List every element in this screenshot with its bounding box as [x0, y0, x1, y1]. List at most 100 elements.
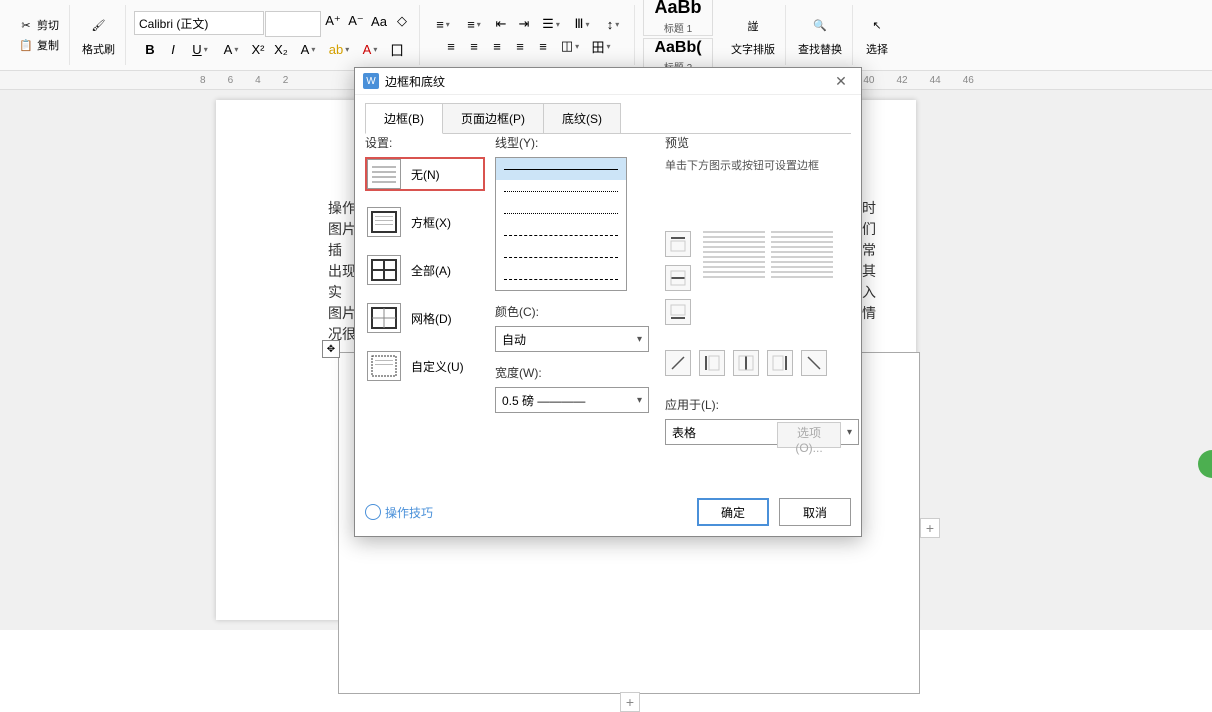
- increase-font-button[interactable]: A⁺: [322, 11, 344, 31]
- text-layout-group: 諩文字排版: [721, 5, 786, 65]
- align-distribute-button[interactable]: Ⅲ: [567, 14, 597, 34]
- dialog-footer: 操作技巧 确定 取消: [365, 498, 851, 526]
- align-left-button[interactable]: ≡: [440, 36, 462, 56]
- border-hmiddle-button[interactable]: [665, 265, 691, 291]
- border-vmiddle-button[interactable]: [733, 350, 759, 376]
- border-right-button[interactable]: [767, 350, 793, 376]
- line-dotted2[interactable]: [496, 202, 626, 224]
- setting-all[interactable]: 全部(A): [365, 253, 485, 287]
- add-column-button[interactable]: +: [920, 518, 940, 538]
- copy-label: 复制: [37, 37, 59, 53]
- numbering-button[interactable]: ≡: [459, 14, 489, 34]
- bold-button[interactable]: B: [139, 39, 161, 59]
- tab-borders[interactable]: 边框(B): [365, 103, 443, 134]
- table-move-handle[interactable]: ✥: [322, 340, 340, 358]
- align-justify-button[interactable]: ≡: [509, 36, 531, 56]
- align-right-button[interactable]: ≡: [486, 36, 508, 56]
- font-size-select[interactable]: [265, 11, 321, 37]
- line-solid[interactable]: [496, 158, 626, 180]
- superscript-button[interactable]: X²: [247, 39, 269, 59]
- text-layout-button[interactable]: 諩文字排版: [727, 12, 779, 59]
- dialog-tabs: 边框(B) 页面边框(P) 底纹(S): [355, 95, 861, 134]
- font-name-select[interactable]: [134, 11, 264, 35]
- select-button[interactable]: ↖ 选择: [861, 12, 893, 59]
- preview-area: [665, 181, 845, 346]
- find-group: 🔍 查找替换: [788, 5, 853, 65]
- align-center-button[interactable]: ≡: [463, 36, 485, 56]
- distributed-button[interactable]: ≡: [532, 36, 554, 56]
- settings-label: 设置:: [365, 134, 485, 151]
- text-direction-button[interactable]: ☰: [536, 14, 566, 34]
- character-border-button[interactable]: 囗: [386, 39, 408, 59]
- close-button[interactable]: ✕: [829, 69, 853, 93]
- ok-button[interactable]: 确定: [697, 498, 769, 526]
- copy-button[interactable]: 📋复制: [14, 35, 63, 55]
- ribbon: ✂剪切 📋复制 🖌格式刷 A⁺ A⁻ Aa ◇ B I U A X² X₂ A …: [0, 0, 1212, 71]
- setting-box[interactable]: 方框(X): [365, 205, 485, 239]
- border-top-button[interactable]: [665, 231, 691, 257]
- cancel-button[interactable]: 取消: [779, 498, 851, 526]
- setting-custom[interactable]: 自定义(U): [365, 349, 485, 383]
- options-button: 选项(O)...: [777, 422, 841, 448]
- change-case-button[interactable]: Aa: [368, 11, 390, 31]
- custom-icon: [367, 351, 401, 381]
- add-row-button[interactable]: +: [620, 692, 640, 712]
- bullets-button[interactable]: ≡: [428, 14, 458, 34]
- find-replace-button[interactable]: 🔍 查找替换: [794, 12, 846, 59]
- line-dotted[interactable]: [496, 180, 626, 202]
- paragraph-group: ≡ ≡ ⇤ ⇥ ☰ Ⅲ ↕ ≡ ≡ ≡ ≡ ≡ ◫ 田: [422, 5, 635, 65]
- line-dashed2[interactable]: [496, 246, 626, 268]
- strikethrough-button[interactable]: A: [216, 39, 246, 59]
- setting-grid[interactable]: 网格(D): [365, 301, 485, 335]
- setting-custom-label: 自定义(U): [411, 358, 464, 375]
- width-select[interactable]: 0.5 磅 ————: [495, 387, 649, 413]
- border-diag1-button[interactable]: [665, 350, 691, 376]
- cut-label: 剪切: [37, 17, 59, 33]
- cursor-icon: ↖: [865, 14, 889, 38]
- line-spacing-button[interactable]: ↕: [598, 14, 628, 34]
- borders-shading-dialog: W 边框和底纹 ✕ 边框(B) 页面边框(P) 底纹(S) 设置: 无(N) 方…: [354, 67, 862, 537]
- cut-button[interactable]: ✂剪切: [14, 15, 63, 35]
- border-diag2-button[interactable]: [801, 350, 827, 376]
- preview-table: [703, 231, 833, 311]
- shading-button[interactable]: ◫: [555, 36, 585, 56]
- format-painter-button[interactable]: 🖌格式刷: [78, 12, 119, 59]
- highlight-button[interactable]: ab: [324, 39, 354, 59]
- dialog-title: 边框和底纹: [385, 73, 829, 90]
- line-dashdot[interactable]: [496, 268, 626, 290]
- line-dashed[interactable]: [496, 224, 626, 246]
- subscript-button[interactable]: X₂: [270, 39, 292, 59]
- style-heading1[interactable]: AaBb标题 1: [643, 0, 713, 36]
- tab-shading[interactable]: 底纹(S): [543, 103, 621, 134]
- copy-icon: 📋: [18, 37, 34, 53]
- decrease-font-button[interactable]: A⁻: [345, 11, 367, 31]
- preview-hint: 单击下方图示或按钮可设置边框: [665, 157, 850, 173]
- borders-button[interactable]: 田: [586, 36, 616, 56]
- clear-format-button[interactable]: ◇: [391, 11, 413, 31]
- text-layout-label: 文字排版: [731, 41, 775, 57]
- underline-button[interactable]: U: [185, 39, 215, 59]
- increase-indent-button[interactable]: ⇥: [513, 14, 535, 34]
- box-icon: [367, 207, 401, 237]
- help-link[interactable]: 操作技巧: [365, 504, 433, 521]
- search-icon: 🔍: [808, 14, 832, 38]
- color-select[interactable]: 自动: [495, 326, 649, 352]
- border-left-button[interactable]: [699, 350, 725, 376]
- line-column: 线型(Y): 颜色(C): 自动 宽度(W): 0.5 磅 ————: [495, 134, 645, 413]
- font-group: A⁺ A⁻ Aa ◇ B I U A X² X₂ A ab A 囗: [128, 5, 420, 65]
- setting-none[interactable]: 无(N): [365, 157, 485, 191]
- tab-page-border[interactable]: 页面边框(P): [442, 103, 544, 134]
- find-replace-label: 查找替换: [798, 41, 842, 57]
- border-bottom-button[interactable]: [665, 299, 691, 325]
- decrease-indent-button[interactable]: ⇤: [490, 14, 512, 34]
- clipboard-group: ✂剪切 📋复制: [8, 5, 70, 65]
- none-icon: [367, 159, 401, 189]
- line-type-list[interactable]: [495, 157, 627, 291]
- preview-column: 预览 单击下方图示或按钮可设置边框: [665, 134, 850, 445]
- text-effects-button[interactable]: A: [293, 39, 323, 59]
- select-label: 选择: [866, 41, 888, 57]
- italic-button[interactable]: I: [162, 39, 184, 59]
- assist-bubble[interactable]: [1198, 450, 1212, 478]
- all-icon: [367, 255, 401, 285]
- font-color-button[interactable]: A: [355, 39, 385, 59]
